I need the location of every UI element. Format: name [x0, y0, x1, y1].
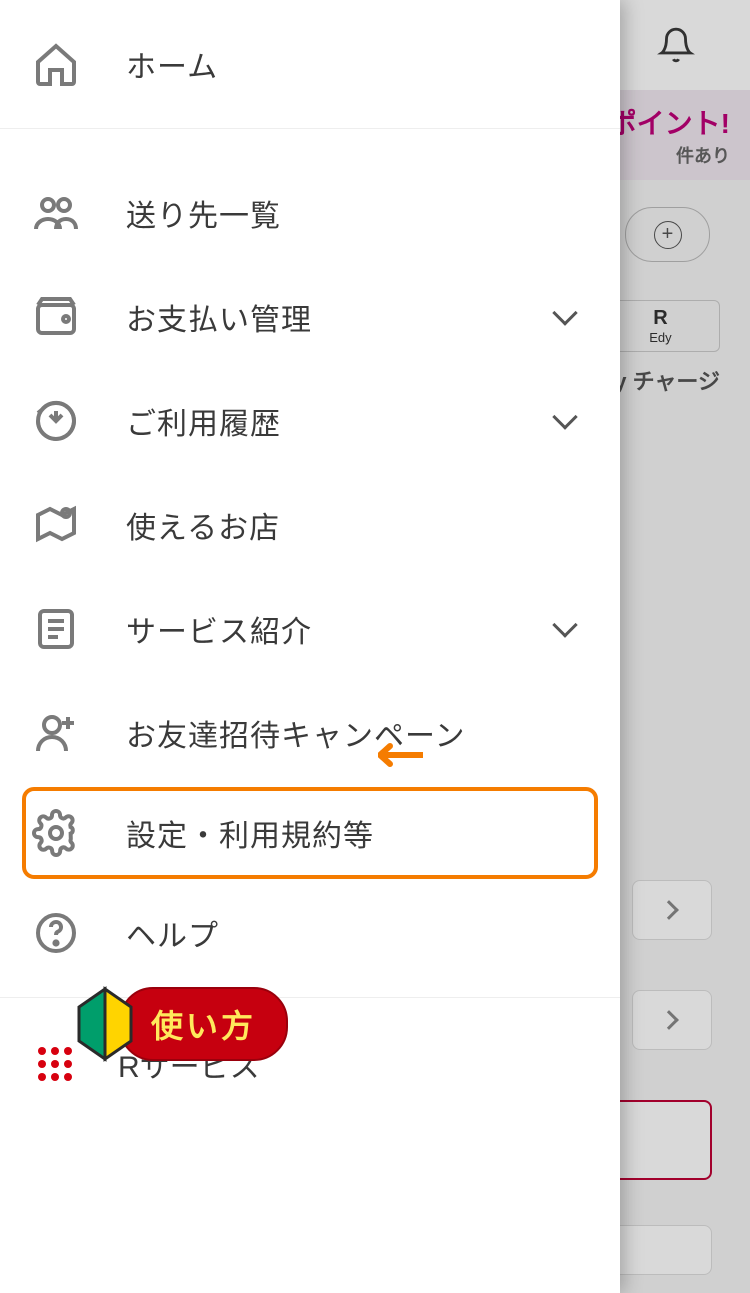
menu-stores[interactable]: 使えるお店 [0, 473, 620, 577]
menu-label: お友達招待キャンペーン [126, 711, 588, 755]
tutorial-badge[interactable]: 使い方 [75, 985, 288, 1063]
menu-history[interactable]: ご利用履歴 [0, 369, 620, 473]
menu-label: 送り先一覧 [126, 191, 588, 235]
menu-recipients[interactable]: 送り先一覧 [0, 161, 620, 265]
add-button: + [625, 207, 710, 262]
chevron-down-icon [552, 300, 577, 325]
menu-label: サービス紹介 [126, 607, 556, 651]
menu-settings[interactable]: 設定・利用規約等 [22, 787, 598, 879]
home-icon [32, 40, 80, 88]
menu-payment[interactable]: お支払い管理 [0, 265, 620, 369]
r-services-icon [38, 1047, 72, 1081]
menu-label: ヘルプ [126, 911, 588, 955]
beginner-mark-icon [75, 985, 135, 1063]
help-icon [32, 909, 80, 957]
menu-label: ご利用履歴 [126, 399, 556, 443]
chevron-down-icon [552, 404, 577, 429]
tutorial-label: 使い方 [119, 987, 288, 1061]
bg-list-item-2 [632, 990, 712, 1050]
people-icon [32, 189, 80, 237]
bg-list-item-1 [632, 880, 712, 940]
chevron-down-icon [552, 612, 577, 637]
menu-help[interactable]: ヘルプ [0, 881, 620, 985]
menu-services[interactable]: サービス紹介 [0, 577, 620, 681]
menu-label: 使えるお店 [126, 503, 588, 547]
menu-label: ホーム [126, 42, 588, 86]
menu-label: 設定・利用規約等 [126, 811, 584, 855]
gear-icon [32, 809, 80, 857]
list-icon [32, 605, 80, 653]
wallet-icon [32, 293, 80, 341]
menu-home[interactable]: ホーム [0, 12, 620, 116]
callout-arrow-icon [378, 740, 423, 770]
user-plus-icon [32, 709, 80, 757]
history-icon [32, 397, 80, 445]
menu-invite[interactable]: お友達招待キャンペーン [0, 681, 620, 785]
navigation-drawer: ホーム 送り先一覧 お支払い管理 ご利用履歴 [0, 0, 620, 1293]
plus-icon: + [654, 221, 682, 249]
map-pin-icon [32, 501, 80, 549]
menu-label: お支払い管理 [126, 295, 556, 339]
notification-bell-icon [657, 26, 695, 64]
